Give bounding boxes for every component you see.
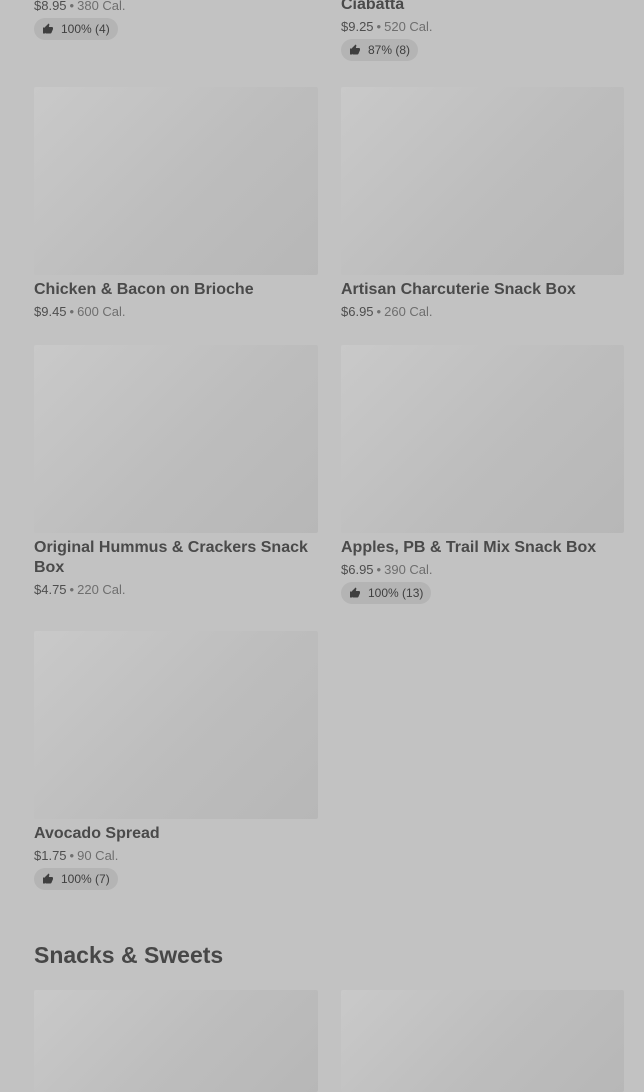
thumbs-up-icon: [350, 44, 360, 55]
item-name: Ciabatta: [341, 0, 405, 13]
item-calories: 260 Cal.: [384, 304, 433, 319]
item-calories: 390 Cal.: [384, 562, 433, 577]
menu-item-card[interactable]: [341, 990, 624, 1092]
item-meta: $4.75 • 220 Cal.: [34, 582, 126, 597]
item-meta: $1.75 • 90 Cal.: [34, 848, 119, 863]
item-name: Artisan Charcuterie Snack Box: [341, 281, 576, 298]
item-price: $1.75: [34, 848, 67, 863]
menu-item-card[interactable]: Original Hummus & Crackers Snack Box $4.…: [34, 345, 318, 598]
item-meta: $6.95 • 390 Cal.: [341, 562, 433, 577]
rating-text: 100% (7): [61, 872, 110, 886]
thumbs-up-icon: [350, 587, 360, 598]
thumbs-up-icon: [43, 23, 53, 34]
item-price: $9.25: [341, 19, 374, 34]
item-calories: 220 Cal.: [77, 582, 126, 597]
item-image[interactable]: [341, 87, 624, 275]
item-image[interactable]: [341, 990, 624, 1092]
menu-item-card[interactable]: Apples, PB & Trail Mix Snack Box $6.95 • 3…: [341, 345, 624, 604]
menu-item-card[interactable]: Chicken & Bacon on Brioche $9.45 • 600 Cal…: [34, 87, 318, 320]
menu-item-card[interactable]: Avocado Spread $1.75 • 90 Cal. 100% (7): [34, 631, 318, 890]
item-price: $6.95: [341, 304, 374, 319]
item-price: $4.75: [34, 582, 67, 597]
rating-text: 100% (4): [61, 22, 110, 36]
item-calories: 380 Cal.: [77, 0, 126, 13]
thumbs-up-icon: [43, 873, 53, 884]
menu-item-card[interactable]: Ciabatta $9.25 • 520 Cal. 87% (8): [341, 0, 624, 61]
item-name: Chicken & Bacon on Brioche: [34, 281, 254, 298]
section-title: Snacks & Sweets: [34, 942, 224, 968]
item-calories: 520 Cal.: [384, 19, 433, 34]
item-image[interactable]: [34, 345, 318, 533]
rating-badge: 100% (4): [34, 18, 118, 40]
rating-text: 87% (8): [368, 43, 411, 57]
rating-badge: 100% (13): [341, 582, 432, 604]
rating-badge: 87% (8): [341, 39, 419, 61]
item-name: Avocado Spread: [34, 825, 160, 842]
item-calories: 90 Cal.: [77, 848, 119, 863]
item-meta: $9.45 • 600 Cal.: [34, 304, 126, 319]
item-name: Original Hummus & Crackers Snack Box: [34, 539, 308, 576]
item-image[interactable]: [34, 631, 318, 819]
item-meta: $6.95 • 260 Cal.: [341, 304, 433, 319]
item-meta: $9.25 • 520 Cal.: [341, 19, 433, 34]
item-price: $9.45: [34, 304, 67, 319]
menu-item-card[interactable]: Artisan Charcuterie Snack Box $6.95 • 260 …: [341, 87, 624, 320]
item-image[interactable]: [34, 87, 318, 275]
item-price: $8.95: [34, 0, 67, 13]
rating-text: 100% (13): [368, 586, 424, 600]
rating-badge: 100% (7): [34, 868, 118, 890]
item-image[interactable]: [341, 345, 624, 533]
item-calories: 600 Cal.: [77, 304, 126, 319]
item-price: $6.95: [341, 562, 374, 577]
menu-item-card[interactable]: [34, 990, 318, 1092]
item-meta: $8.95 • 380 Cal.: [34, 0, 126, 13]
item-image[interactable]: [34, 990, 318, 1092]
menu-item-card[interactable]: $8.95 • 380 Cal. 100% (4): [34, 0, 318, 40]
item-name: Apples, PB & Trail Mix Snack Box: [341, 539, 597, 556]
